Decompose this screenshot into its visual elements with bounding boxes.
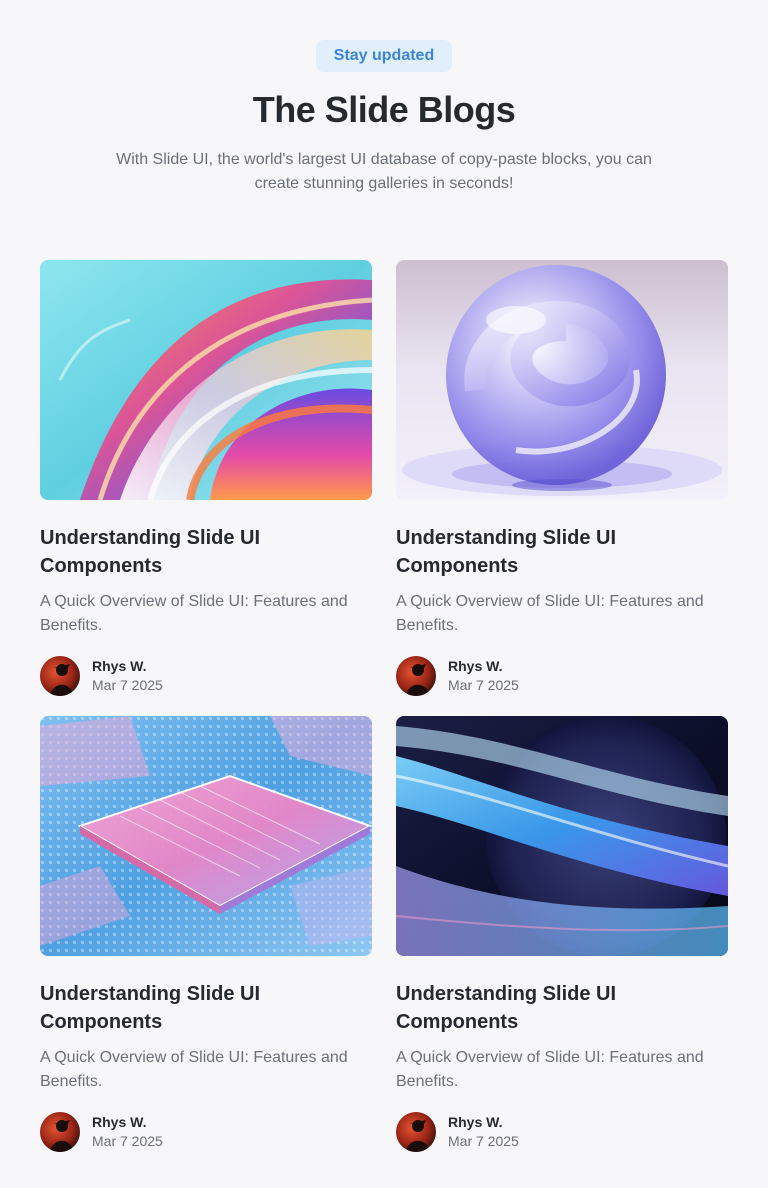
avatar [396,656,436,696]
page-subtitle: With Slide UI, the world's largest UI da… [116,151,652,192]
card-title[interactable]: Understanding Slide UI Components [40,980,372,1036]
author-name: Rhys W. [92,1114,147,1130]
author-info: Rhys W. Mar 7 2025 [40,656,372,696]
post-date: Mar 7 2025 [448,677,519,693]
avatar [40,1112,80,1152]
author-name: Rhys W. [92,658,147,674]
blue-ribbon-wave-image[interactable] [396,716,728,956]
stay-updated-badge: Stay updated [316,40,452,72]
post-date: Mar 7 2025 [448,1133,519,1149]
author-info: Rhys W. Mar 7 2025 [40,1112,372,1152]
author-info: Rhys W. Mar 7 2025 [396,656,728,696]
card-description: A Quick Overview of Slide UI: Features a… [396,593,704,634]
avatar [40,656,80,696]
card-description: A Quick Overview of Slide UI: Features a… [40,593,348,634]
blog-card[interactable]: Understanding Slide UI Components A Quic… [40,716,372,1152]
avatar [396,1112,436,1152]
card-title[interactable]: Understanding Slide UI Components [396,524,728,580]
card-title[interactable]: Understanding Slide UI Components [40,524,372,580]
circuit-chip-image[interactable] [40,716,372,956]
abstract-glass-swirl-image[interactable] [40,260,372,500]
glass-sphere-image[interactable] [396,260,728,500]
author-name: Rhys W. [448,1114,503,1130]
post-date: Mar 7 2025 [92,677,163,693]
card-title[interactable]: Understanding Slide UI Components [396,980,728,1036]
author-info: Rhys W. Mar 7 2025 [396,1112,728,1152]
author-name: Rhys W. [448,658,503,674]
page-title: The Slide Blogs [252,89,516,130]
card-description: A Quick Overview of Slide UI: Features a… [40,1049,348,1090]
post-date: Mar 7 2025 [92,1133,163,1149]
blog-card[interactable]: Understanding Slide UI Components A Quic… [396,716,728,1152]
blog-card[interactable]: Understanding Slide UI Components A Quic… [40,260,372,696]
card-description: A Quick Overview of Slide UI: Features a… [396,1049,704,1090]
blog-card[interactable]: Understanding Slide UI Components A Quic… [396,260,728,696]
